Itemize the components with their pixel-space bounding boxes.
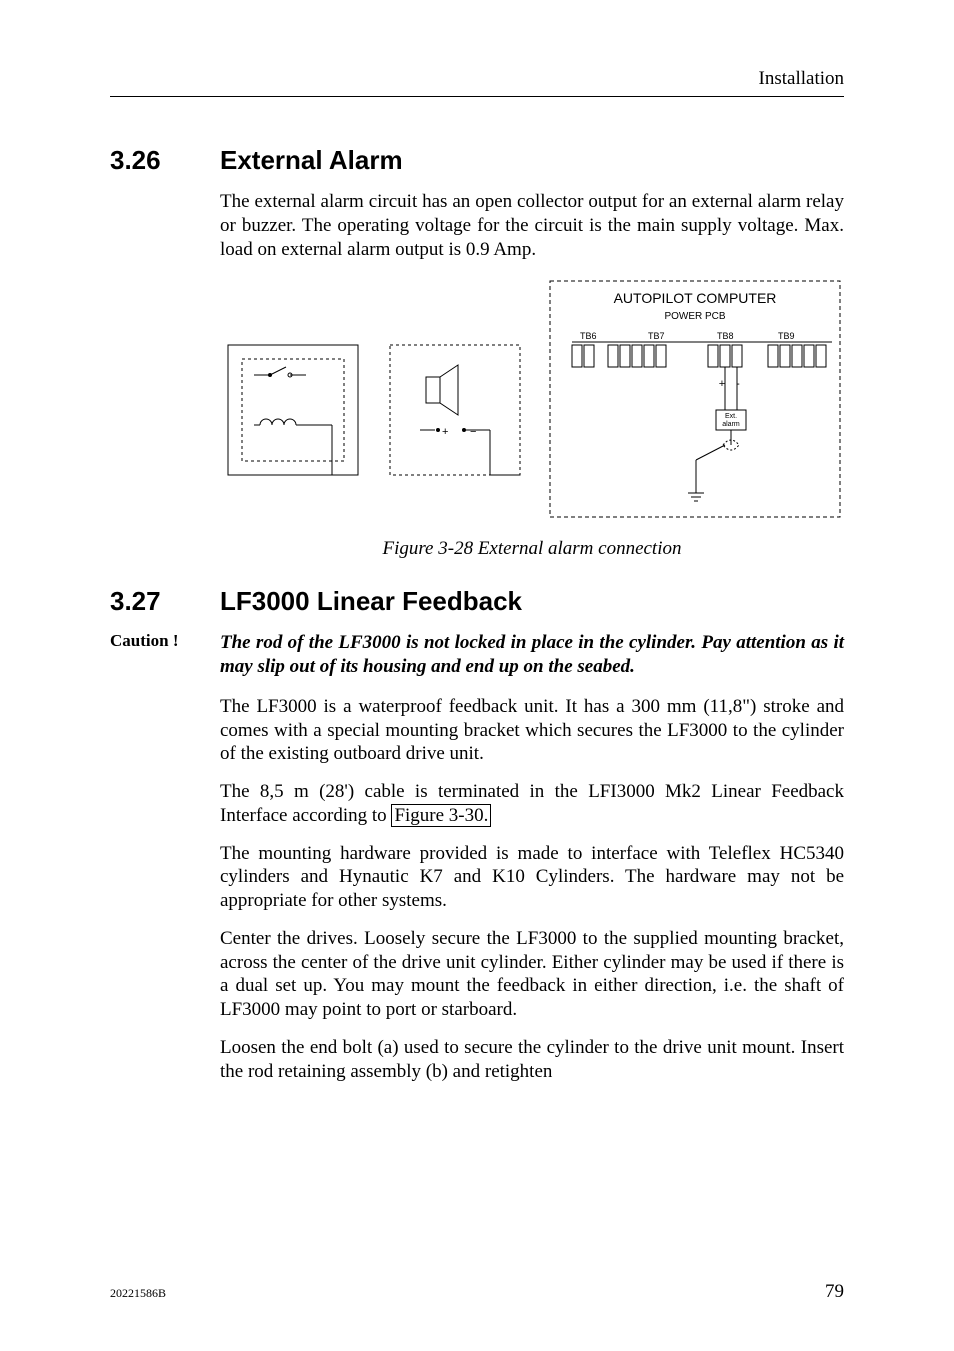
tb6-label: TB6 <box>580 331 597 341</box>
ext-label1: Ext. <box>725 413 737 420</box>
section-number: 3.26 <box>110 145 220 176</box>
paragraph: Center the drives. Loosely secure the LF… <box>220 927 844 1022</box>
page-number: 79 <box>825 1281 844 1303</box>
page-footer: 20221586B 79 <box>110 1281 844 1303</box>
paragraph: Loosen the end bolt (a) used to secure t… <box>220 1036 844 1084</box>
buzzer-minus: − <box>470 426 476 438</box>
buzzer-plus: + <box>442 426 448 438</box>
running-header: Installation <box>110 68 844 97</box>
section-3-27-heading: 3.27 LF3000 Linear Feedback <box>110 586 844 617</box>
paragraph: The 8,5 m (28') cable is terminated in t… <box>220 780 844 828</box>
autopilot-label: AUTOPILOT COMPUTER <box>614 290 777 306</box>
section-3-26-heading: 3.26 External Alarm <box>110 145 844 176</box>
paragraph: The LF3000 is a waterproof feedback unit… <box>220 695 844 766</box>
tb8-label: TB8 <box>717 331 734 341</box>
external-alarm-diagram: AUTOPILOT COMPUTER POWER PCB TB6 TB7 TB8… <box>220 275 844 525</box>
tb7-label: TB7 <box>648 331 665 341</box>
paragraph: The external alarm circuit has an open c… <box>220 190 844 261</box>
section-3-27-body: The LF3000 is a waterproof feedback unit… <box>220 695 844 1084</box>
caution-block: Caution ! The rod of the LF3000 is not l… <box>110 631 844 679</box>
text-run: The 8,5 m (28') cable is terminated in t… <box>220 781 844 826</box>
section-number: 3.27 <box>110 586 220 617</box>
powerpcb-label: POWER PCB <box>664 311 725 322</box>
section-3-26-body: The external alarm circuit has an open c… <box>220 190 844 261</box>
tb9-label: TB9 <box>778 331 795 341</box>
figure-3-28: AUTOPILOT COMPUTER POWER PCB TB6 TB7 TB8… <box>220 275 844 560</box>
paragraph: The mounting hardware provided is made t… <box>220 842 844 913</box>
caution-label: Caution ! <box>110 631 220 679</box>
caution-text: The rod of the LF3000 is not locked in p… <box>220 631 844 679</box>
section-title: External Alarm <box>220 145 403 176</box>
tb8-plus: + <box>719 378 725 390</box>
section-title: LF3000 Linear Feedback <box>220 586 522 617</box>
ext-label2: alarm <box>722 421 740 428</box>
figure-reference-link[interactable]: Figure 3-30. <box>391 804 491 827</box>
figure-caption: Figure 3-28 External alarm connection <box>220 538 844 560</box>
doc-number: 20221586B <box>110 1286 166 1301</box>
page: Installation 3.26 External Alarm The ext… <box>0 0 954 1351</box>
